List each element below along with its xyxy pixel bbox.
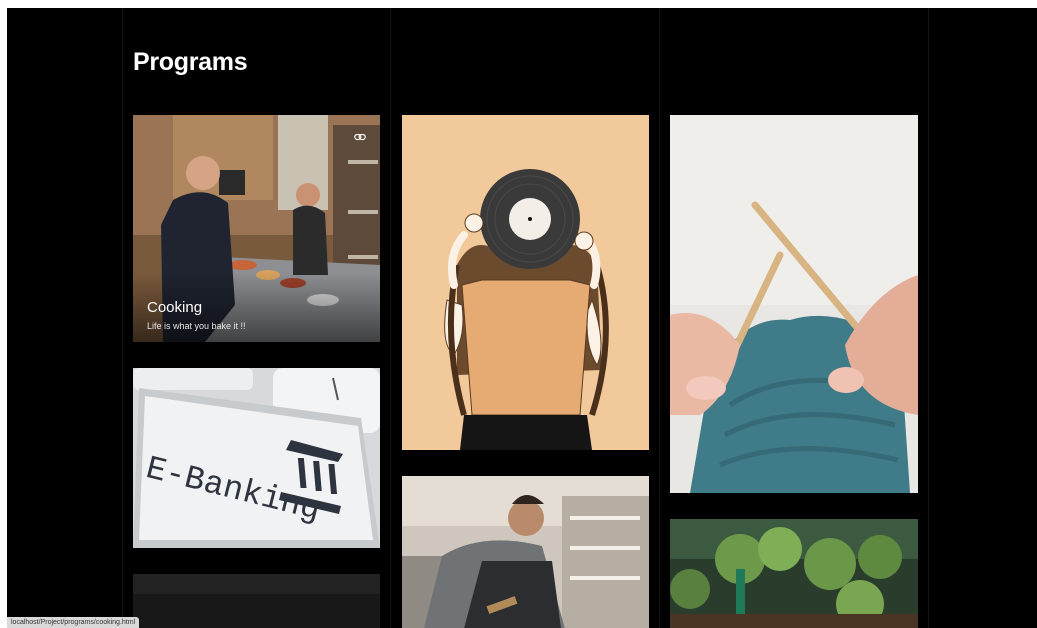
program-card-knitting[interactable] <box>670 115 918 493</box>
program-card-music[interactable] <box>402 115 649 450</box>
program-card-e-banking[interactable]: E-Banking <box>133 368 380 548</box>
program-card-dark[interactable] <box>133 574 380 628</box>
page-viewport: Programs Cooking Life is what you bake i… <box>7 8 1037 628</box>
column-guide <box>390 8 391 628</box>
card-subtitle: Life is what you bake it !! <box>147 321 246 331</box>
vinyl-illustration <box>402 115 649 450</box>
program-card-gardening[interactable] <box>670 519 918 628</box>
card-title: Cooking <box>147 299 203 316</box>
knitting-photo <box>670 115 918 493</box>
program-card-cooking[interactable]: Cooking Life is what you bake it !! <box>133 115 380 342</box>
page-title: Programs <box>133 48 248 76</box>
image-placeholder-icon <box>133 574 380 628</box>
column-guide <box>659 8 660 628</box>
seedlings-icon <box>670 519 918 628</box>
column-guide <box>122 8 123 628</box>
column-guide <box>928 8 929 628</box>
link-icon[interactable] <box>354 132 366 142</box>
status-bar-url: localhost/Project/programs/cooking.html <box>7 617 140 628</box>
craftsman-icon <box>402 476 649 628</box>
program-card-woodwork[interactable] <box>402 476 649 628</box>
vinyl-record-icon <box>480 169 580 269</box>
